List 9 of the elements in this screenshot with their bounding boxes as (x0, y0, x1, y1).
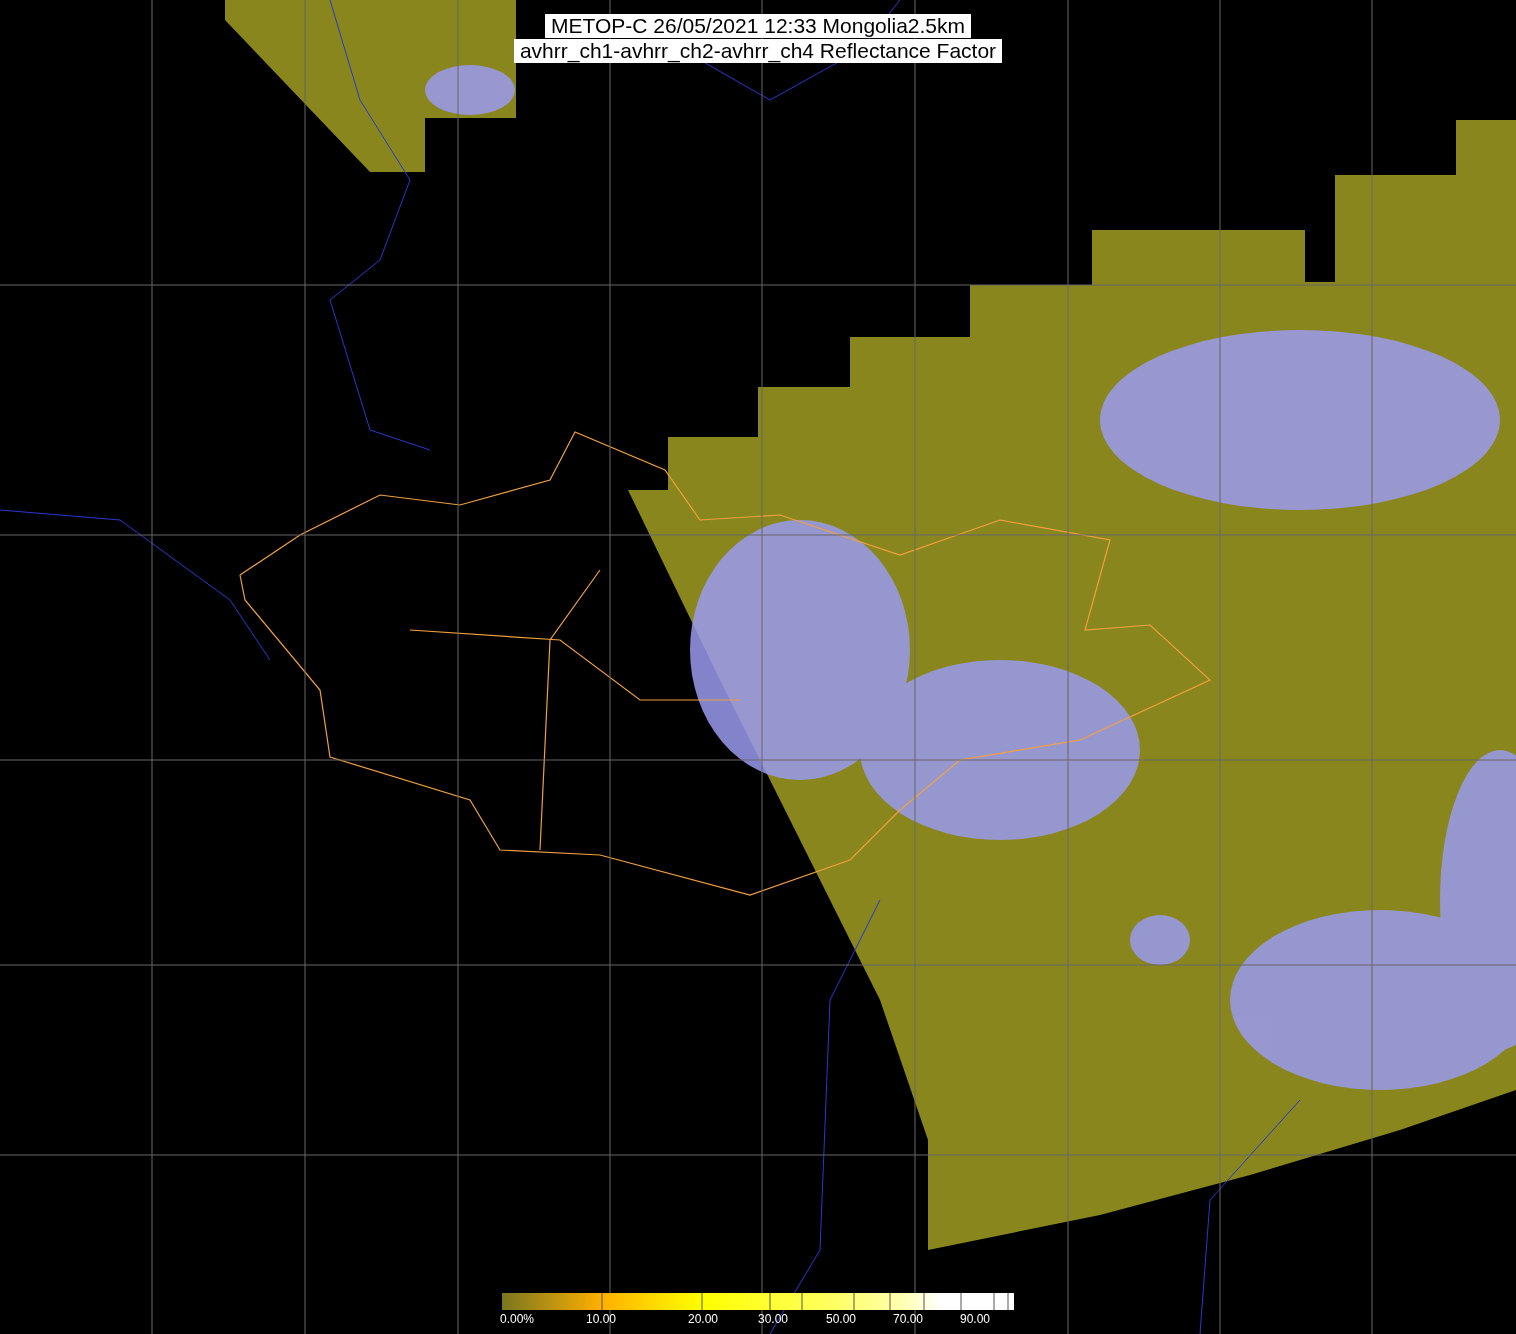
map-subtitle: avhrr_ch1-avhrr_ch2-avhrr_ch4 Reflectance Factor (513, 39, 1003, 63)
scale-label: 0.00% (500, 1312, 535, 1326)
scale-label: 50.00 (826, 1312, 857, 1326)
scale-label: 10.00 (586, 1312, 617, 1326)
scale-label: 20.00 (688, 1312, 719, 1326)
map-title: METOP-C 26/05/2021 12:33 Mongolia2.5km (545, 14, 971, 38)
scale-label: 90.00 (960, 1312, 991, 1326)
scale-label: 70.00 (893, 1312, 924, 1326)
scale-label: 30.00 (758, 1312, 789, 1326)
